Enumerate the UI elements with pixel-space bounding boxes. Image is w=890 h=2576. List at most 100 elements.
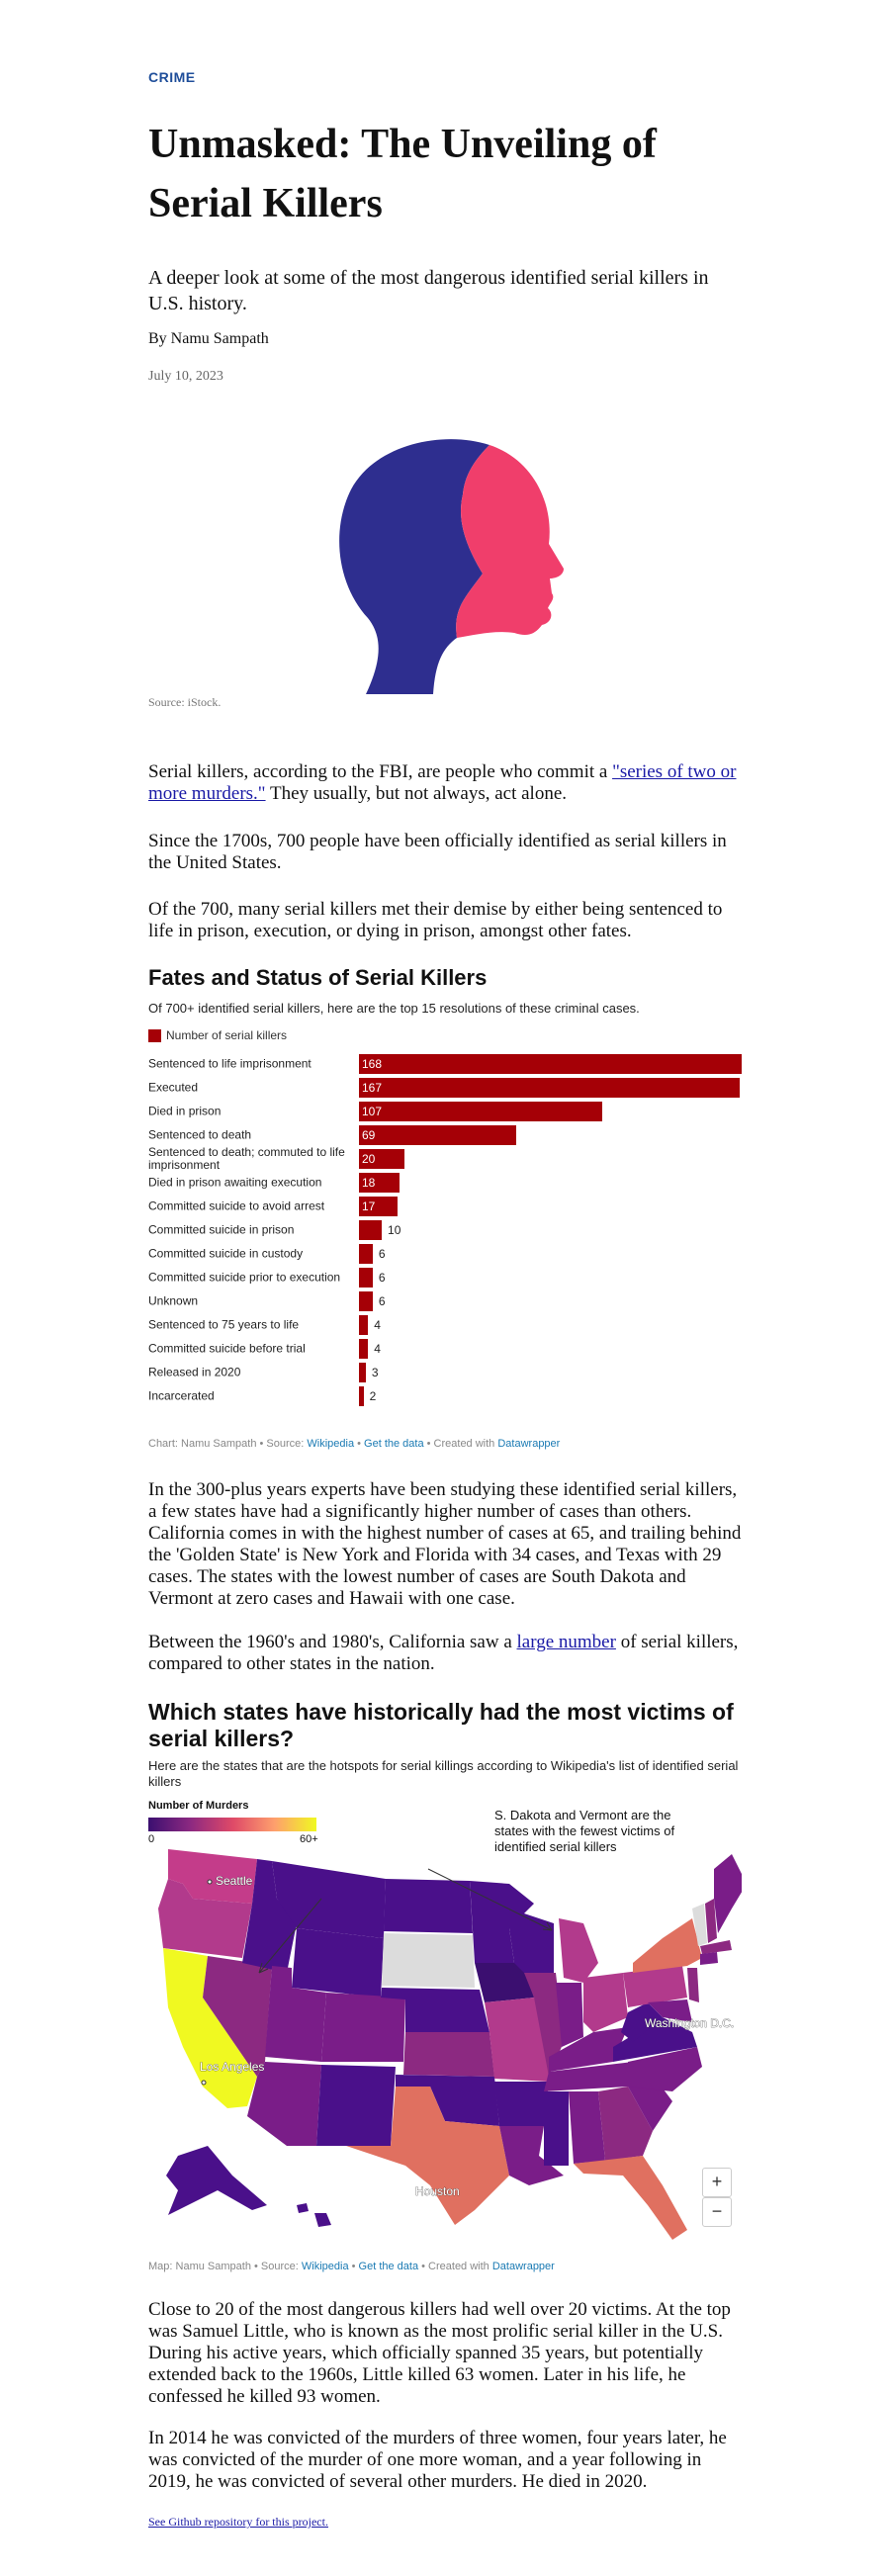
map-legend-gradient xyxy=(148,1818,316,1831)
head-front-silhouette xyxy=(456,445,564,638)
github-repo-link[interactable]: See Github repository for this project. xyxy=(148,2515,742,2530)
us-choropleth-map[interactable]: Seattle Los Angeles Houston Washington D… xyxy=(148,1849,742,2245)
bar-value-label: 168 xyxy=(362,1057,383,1071)
bar-category-label: Sentenced to 75 years to life xyxy=(148,1317,300,1332)
bar-category-label: Released in 2020 xyxy=(148,1365,241,1379)
state-nj[interactable] xyxy=(687,1968,699,2002)
publish-date: July 10, 2023 xyxy=(148,369,223,384)
city-los-angeles: Los Angeles xyxy=(200,2060,264,2074)
article-title: Unmasked: The Unveiling of Serial Killer… xyxy=(148,122,657,226)
paragraph-fbi-definition: Serial killers, according to the FBI, ar… xyxy=(148,761,742,805)
bar[interactable] xyxy=(359,1386,364,1406)
chart-note: Chart: Namu Sampath • Source: Wikipedia … xyxy=(148,1438,742,1450)
chart-note-credit: Chart: Namu Sampath • Source: xyxy=(148,1438,308,1450)
map-annotation: S. Dakota and Vermont are the states wit… xyxy=(494,1808,675,1854)
section-kicker[interactable]: CRIME xyxy=(148,69,742,85)
large-number-link[interactable]: large number xyxy=(517,1632,616,1652)
state-nd[interactable] xyxy=(384,1879,473,1933)
bar[interactable] xyxy=(359,1339,369,1359)
paragraph-california: Between the 1960's and 1980's, Californi… xyxy=(148,1632,742,1675)
map-zoom-out-button[interactable]: − xyxy=(702,2197,732,2227)
city-dot-los-angeles xyxy=(201,2080,207,2086)
bar[interactable] xyxy=(359,1125,516,1145)
bar[interactable] xyxy=(359,1291,373,1311)
state-ny[interactable] xyxy=(633,1918,702,1973)
map-source-link[interactable]: Wikipedia xyxy=(302,2261,349,2272)
bar-row: Died in prison awaiting execution 18 xyxy=(148,1171,742,1195)
bar-value-label: 10 xyxy=(388,1223,401,1237)
map-get-data-link[interactable]: Get the data xyxy=(359,2261,419,2272)
chart-legend: Number of serial killers xyxy=(148,1028,742,1042)
state-ar[interactable] xyxy=(494,2082,549,2126)
bar[interactable] xyxy=(359,1078,740,1098)
bar-category-label: Committed suicide before trial xyxy=(148,1341,306,1356)
p1-text-start: Serial killers, according to the FBI, ar… xyxy=(148,761,613,782)
state-wy[interactable] xyxy=(292,1928,384,1998)
bar-row: Sentenced to death; commuted to life imp… xyxy=(148,1145,742,1172)
bar-category-label: Died in prison xyxy=(148,1104,222,1118)
bar-row: Committed suicide in prison 10 xyxy=(148,1218,742,1242)
bar-category-label: Committed suicide in custody xyxy=(148,1246,304,1261)
p1-text-end: They usually, but not always, act alone. xyxy=(265,783,568,804)
legend-swatch xyxy=(148,1028,161,1042)
bar-category-label: Committed suicide in prison xyxy=(148,1222,295,1237)
chart-note-sep2: • Created with xyxy=(423,1438,498,1450)
bar[interactable] xyxy=(359,1220,383,1240)
chart-title: Fates and Status of Serial Killers xyxy=(148,965,488,990)
bar-row: Committed suicide prior to execution 6 xyxy=(148,1266,742,1289)
bar-row: Released in 2020 3 xyxy=(148,1361,742,1384)
state-nm[interactable] xyxy=(316,2065,396,2146)
state-az[interactable] xyxy=(247,2062,321,2146)
state-ct[interactable] xyxy=(700,1952,718,1965)
bar[interactable] xyxy=(359,1244,373,1264)
state-ms[interactable] xyxy=(544,2091,569,2166)
bar[interactable] xyxy=(359,1315,369,1335)
state-ak[interactable] xyxy=(166,2146,267,2215)
state-fl[interactable] xyxy=(574,2156,687,2240)
bar[interactable] xyxy=(359,1102,603,1121)
bar[interactable] xyxy=(359,1054,742,1074)
byline: By Namu Sampath xyxy=(148,330,269,347)
bar-value-label: 6 xyxy=(378,1247,386,1261)
bar-category-label: Sentenced to death; commuted to life imp… xyxy=(148,1145,345,1172)
get-the-data-link[interactable]: Get the data xyxy=(364,1438,424,1450)
p5-text-start: Between the 1960's and 1980's, Californi… xyxy=(148,1632,517,1652)
bar-value-label: 167 xyxy=(362,1081,383,1095)
bar-value-label: 6 xyxy=(378,1271,386,1285)
state-oh[interactable] xyxy=(583,1973,628,2032)
bar-value-label: 69 xyxy=(362,1128,376,1142)
map-legend-max: 60+ xyxy=(300,1833,318,1845)
map-zoom-in-button[interactable]: + xyxy=(702,2168,732,2197)
bar-value-label: 6 xyxy=(378,1294,386,1308)
bar-row: Committed suicide in custody 6 xyxy=(148,1242,742,1266)
bar-row: Sentenced to life imprisonment 168 xyxy=(148,1052,742,1076)
map-legend-min: 0 xyxy=(148,1833,155,1845)
state-co[interactable] xyxy=(321,1993,405,2062)
bar-value-label: 18 xyxy=(362,1176,376,1190)
map-datawrapper-link[interactable]: Datawrapper xyxy=(492,2261,555,2272)
state-sd[interactable] xyxy=(382,1933,475,1988)
chart-source-link[interactable]: Wikipedia xyxy=(307,1438,354,1450)
bar-value-label: 3 xyxy=(371,1366,379,1379)
city-washington-dc: Washington D.C. xyxy=(645,2016,734,2030)
bar-category-label: Sentenced to life imprisonment xyxy=(148,1056,312,1071)
map-note-sep2: • Created with xyxy=(418,2261,492,2272)
bar-row: Committed suicide to avoid arrest 17 xyxy=(148,1195,742,1218)
bar[interactable] xyxy=(359,1268,373,1288)
bar-row: Died in prison 107 xyxy=(148,1100,742,1123)
state-wi[interactable] xyxy=(509,1909,554,1973)
chart-subtitle: Of 700+ identified serial killers, here … xyxy=(148,1001,640,1016)
legend-label: Number of serial killers xyxy=(166,1028,288,1042)
state-mi[interactable] xyxy=(559,1918,598,1983)
state-me[interactable] xyxy=(714,1854,742,1933)
bar-value-label: 17 xyxy=(362,1199,376,1213)
datawrapper-link[interactable]: Datawrapper xyxy=(497,1438,560,1450)
map-subtitle: Here are the states that are the hotspot… xyxy=(148,1758,739,1789)
bar-category-label: Died in prison awaiting execution xyxy=(148,1175,322,1190)
state-hi[interactable] xyxy=(297,2203,331,2227)
paragraph-of-the-700: Of the 700, many serial killers met thei… xyxy=(148,899,723,941)
state-ks[interactable] xyxy=(403,2032,494,2077)
bar-row: Sentenced to death 69 xyxy=(148,1123,742,1147)
bar[interactable] xyxy=(359,1363,366,1382)
city-seattle: Seattle xyxy=(216,1874,253,1888)
